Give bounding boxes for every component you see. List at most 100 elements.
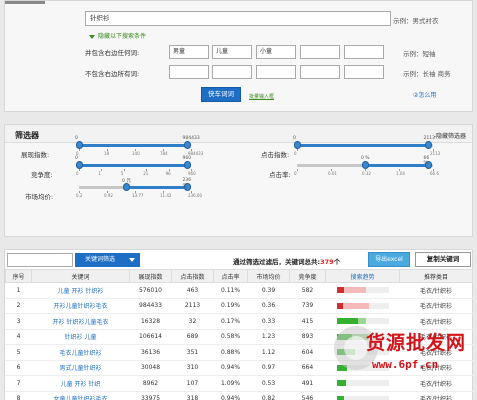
slider-tick-label: 1 — [98, 171, 101, 176]
header-col-competition[interactable]: 竞争度 — [289, 269, 326, 283]
cell-click: 310 — [171, 360, 214, 376]
slider-max-handle[interactable] — [183, 141, 191, 149]
header-col-no: 序号 — [5, 269, 32, 283]
cell-trend — [325, 282, 400, 299]
keyword-filter-button[interactable]: 关键词筛选 — [75, 253, 140, 267]
trend-bar-secondary — [343, 287, 366, 294]
filter-panel: 筛选器 -隐藏筛选器 展现指数: 0 984433 0 18 140 784 984433 点击… — [4, 124, 473, 237]
search-button[interactable]: 快车词词 — [201, 87, 241, 102]
slider-tick — [123, 169, 125, 171]
exclude-word-3[interactable] — [256, 65, 296, 79]
slider-min-handle[interactable] — [123, 183, 131, 191]
slider-tick-label: 0.92 — [104, 193, 113, 198]
slider-value: 2113 — [423, 136, 435, 141]
slider-min-handle[interactable] — [76, 161, 83, 169]
slider-max-handle[interactable] — [183, 161, 191, 169]
exclude-example: 示例：长袖 商务 — [403, 70, 451, 78]
header-col-price[interactable]: 市场均价 — [247, 269, 290, 283]
include-word-2[interactable]: 儿童 — [212, 45, 252, 59]
include-example: 示例：短袖 — [403, 50, 436, 58]
cell-show: 33975 — [129, 391, 172, 400]
slider-min-handle[interactable] — [362, 161, 369, 169]
cell-kw[interactable]: 儿童 开衫 针织 — [31, 375, 130, 392]
header-col-trend[interactable]: 搜索趋势 — [325, 269, 400, 283]
hide-filter-link[interactable]: -隐藏筛选器 — [434, 131, 466, 140]
cell-no: 1 — [5, 282, 32, 299]
caret-down-icon — [129, 258, 135, 262]
cell-no: 8 — [5, 391, 32, 400]
exclude-word-4[interactable] — [300, 65, 340, 79]
exclude-word-5[interactable] — [344, 65, 384, 79]
header-col-ctr[interactable]: 点击率 — [213, 269, 248, 283]
slider-fill — [297, 144, 428, 147]
cell-click: 463 — [171, 282, 214, 299]
exclude-word-2[interactable] — [212, 65, 252, 79]
include-word-1[interactable]: 男童 — [169, 45, 209, 59]
include-word-3[interactable]: 小童 — [256, 45, 296, 59]
slider-min-handle[interactable] — [294, 141, 301, 149]
trend-bar-secondary — [342, 302, 369, 309]
range-slider-4[interactable]: 0 元 236 元 0.2 0.92 13.77 11.42 236.00 — [76, 178, 202, 200]
slider-value: 0 — [293, 136, 296, 141]
cell-price: 0.53 — [247, 375, 290, 392]
slider-tick-label: 11.42 — [160, 193, 172, 198]
slider-max-handle[interactable] — [424, 141, 432, 149]
cell-click: 318 — [171, 391, 214, 400]
cell-show: 984433 — [129, 298, 172, 314]
cell-price: 0.39 — [247, 282, 290, 299]
slider-value: 0 — [75, 156, 78, 161]
cell-kw[interactable]: 针织衫 儿童 — [31, 329, 130, 345]
cell-price: 0.97 — [247, 360, 290, 376]
summary-prefix: 通过筛选过滤后，关键词总共: — [233, 258, 321, 266]
slider-label-2: 竞争度: — [31, 171, 53, 179]
slider-min-handle[interactable] — [76, 141, 83, 149]
slider-tick — [297, 149, 298, 151]
main-keyword-input[interactable]: 针织衫 — [85, 11, 391, 26]
slider-fill — [79, 144, 187, 147]
slider-tick-label: 96 — [165, 171, 171, 176]
cell-kw[interactable]: 开衫儿童针织衫毛衣 — [31, 298, 130, 314]
cell-kw[interactable]: 男式儿童针织衫 — [31, 360, 130, 376]
slider-tick-label: 0.2 — [76, 193, 83, 198]
cell-comp: 604 — [289, 344, 326, 361]
watermark-title: 货源批发网 — [366, 332, 467, 354]
range-slider-2[interactable]: 0 960 0 1 5 21 96 960 — [75, 156, 196, 178]
slider-tick-label: 21 — [143, 171, 149, 176]
keyword-filter-input[interactable] — [7, 253, 73, 267]
cell-price: 0.33 — [247, 313, 290, 330]
range-slider-1[interactable]: 0 2113 0 2113 — [293, 136, 440, 158]
exclude-word-1[interactable] — [169, 65, 209, 79]
cell-ctr: 0.58% — [213, 329, 248, 345]
range-slider-3[interactable]: 0 % 66 % 0 0.01 0.32 1.04 66.6 — [294, 156, 439, 178]
include-label: 并包含右边任何词: — [85, 49, 140, 57]
header-col-click-index[interactable]: 点击指数 — [171, 269, 214, 283]
cell-comp: 415 — [289, 313, 326, 330]
export-excel-button[interactable]: 导出excel — [368, 252, 410, 267]
watermark-url: www.6pf.cn — [372, 358, 439, 371]
header-col-show-index[interactable]: 展现指数 — [129, 269, 172, 283]
cell-show: 576010 — [129, 282, 172, 299]
cell-show: 8962 — [129, 375, 172, 392]
cell-price: 0.82 — [247, 391, 290, 400]
slider-value: 0 — [75, 136, 78, 141]
copy-keywords-button[interactable]: 复制关键词 — [415, 252, 471, 267]
search-panel: 针织衫 示例：男式衬衣 隐藏以下搜索条件 并包含右边任何词: 男童 儿童 小童 … — [4, 0, 473, 112]
how-to-use-link[interactable]: ②怎么用 — [413, 90, 436, 99]
cell-kw[interactable]: 儿童 开衫 针织衫 — [31, 282, 130, 299]
toggle-conditions-link[interactable]: 隐藏以下搜索条件 — [89, 31, 146, 40]
include-word-5[interactable] — [344, 45, 384, 59]
toggle-label: 隐藏以下搜索条件 — [98, 33, 147, 40]
filter-title: 筛选器 — [15, 131, 39, 140]
cell-price: 1.12 — [247, 344, 290, 361]
keyword-filter-label: 关键词筛选 — [85, 256, 116, 263]
exclude-label: 不包含右边所有词: — [85, 70, 140, 78]
slider-tick-label: 0.01 — [328, 171, 337, 176]
table-row: 1 儿童 开衫 针织衫 576010 463 0.11% 0.39 582 毛衣/针织衫 — [5, 282, 473, 299]
cell-kw[interactable]: 开衫 针织衫儿童毛衣 — [31, 313, 130, 330]
watermark: 货源批发网 www.6pf.cn — [330, 318, 477, 400]
batch-input-link[interactable]: 批量输入框 — [249, 93, 274, 100]
include-word-4[interactable] — [300, 45, 340, 59]
cell-kw[interactable]: 女童儿童针织衫毛衣 — [31, 391, 130, 400]
range-slider-0[interactable]: 0 984433 0 18 140 784 984433 — [75, 136, 203, 158]
cell-kw[interactable]: 毛衣儿童针织衫 — [31, 344, 130, 361]
